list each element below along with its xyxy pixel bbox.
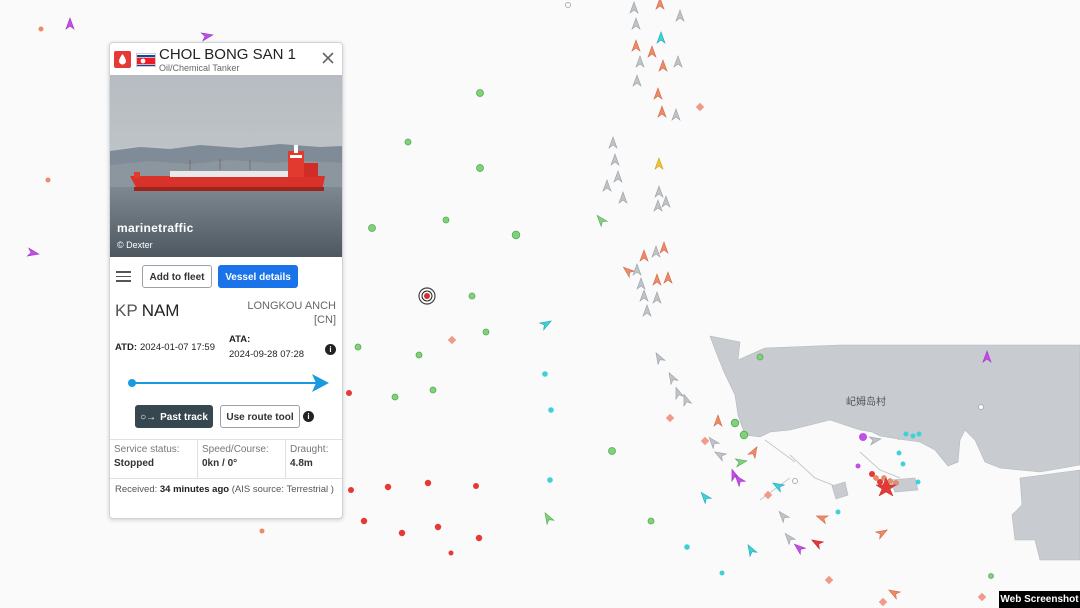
vessel-details-button[interactable]: Vessel details [218,265,298,288]
selected-vessel-target[interactable] [418,287,436,305]
route-info-icon[interactable]: i [303,411,314,422]
close-icon[interactable] [319,49,337,67]
atd-row: ATD: 2024-01-07 17:59 [115,342,215,353]
ata-label: ATA: [229,334,251,345]
service-status-cell: Service status: Stopped [110,440,197,478]
north-korea-flag-icon [136,53,156,67]
speed-course-cell: Speed/Course: 0kn / 0° [197,440,285,478]
add-to-fleet-button[interactable]: Add to fleet [142,265,212,288]
current-port-country: [CN] [314,314,336,326]
destination: KP NAM [115,301,179,321]
destination-port: NAM [141,301,180,320]
place-label: 屺姆岛村 [846,395,886,408]
vessel-name: CHOL BONG SAN 1 [159,46,296,63]
atd-label: ATD: [115,342,137,353]
popup-toolbar: Add to fleet Vessel details [110,257,342,295]
vessel-stats: Service status: Stopped Speed/Course: 0k… [110,439,342,479]
draught-value: 4.8m [290,458,313,469]
destination-country: KP [115,301,138,320]
use-route-tool-button[interactable]: Use route tool [220,405,300,428]
service-status-value: Stopped [114,458,154,469]
vessel-photo[interactable]: marinetraffic © Dexter [110,75,342,257]
photo-credit: © Dexter [117,240,153,250]
draught-label: Draught: [290,444,329,455]
photo-watermark: marinetraffic [117,221,194,235]
track-icon: ○→ [140,412,157,423]
vessel-info-popup: CHOL BONG SAN 1 Oil/Chemical Tanker mari… [109,42,343,519]
menu-icon[interactable] [116,271,131,282]
vessel-type: Oil/Chemical Tanker [159,63,240,73]
ata-value: 2024-09-28 07:28 [229,349,305,360]
received-info: Received: 34 minutes ago (AIS source: Te… [115,483,337,497]
received-label: Received: [115,484,158,495]
atd-value: 2024-01-07 17:59 [139,342,215,353]
web-screenshot-badge: Web Screenshot [999,591,1080,608]
speed-course-value: 0kn / 0° [202,458,238,469]
service-status-label: Service status: [114,444,180,455]
draught-cell: Draught: 4.8m [285,440,342,478]
voyage-progress-arrow [126,373,331,393]
speed-course-label: Speed/Course: [202,444,269,455]
popup-header: CHOL BONG SAN 1 Oil/Chemical Tanker [110,43,342,75]
tanker-type-icon [114,51,131,68]
ais-source: (AIS source: Terrestrial ) [231,484,334,495]
past-track-button[interactable]: ○→ Past track [135,405,213,428]
received-value: 34 minutes ago [159,484,230,495]
info-icon[interactable]: i [325,344,336,355]
current-port-name: LONGKOU ANCH [247,300,336,312]
current-port: LONGKOU ANCH [CN] [220,299,336,327]
